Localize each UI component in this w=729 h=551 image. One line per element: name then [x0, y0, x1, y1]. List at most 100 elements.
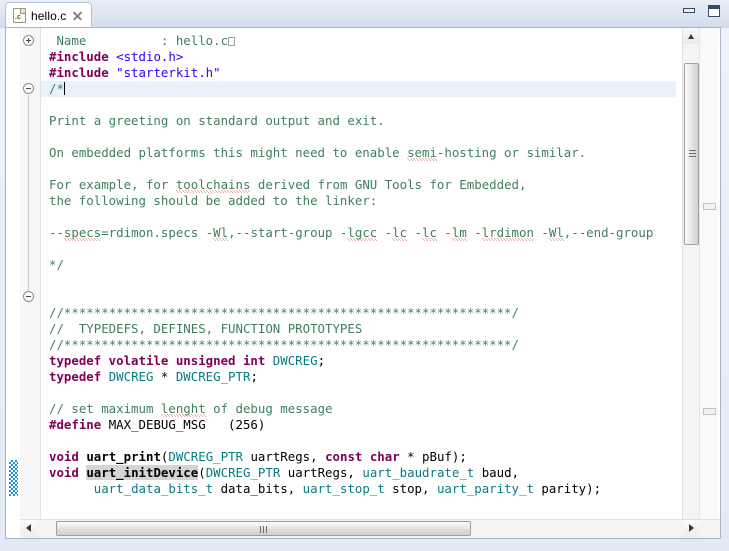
folding-guide-line: [28, 95, 29, 303]
vertical-scrollbar-thumb[interactable]: [684, 63, 699, 245]
code-token: //**************************************…: [49, 337, 519, 352]
code-token: -: [533, 225, 549, 240]
code-token: "starterkit.h": [116, 65, 221, 80]
maximize-icon[interactable]: [707, 5, 721, 18]
code-token: baud,: [474, 465, 520, 480]
code-token: // TYPEDEFS, DEFINES, FUNCTION PROTOTYPE…: [49, 321, 363, 336]
code-token: parity);: [533, 481, 602, 496]
overview-ruler-mark[interactable]: [703, 203, 716, 210]
code-token: DWCREG: [108, 369, 154, 384]
code-token: <stdio.h>: [116, 49, 184, 64]
scrollbar-corner: [700, 520, 720, 538]
code-line: Print a greeting on standard output and …: [49, 113, 385, 129]
fold-collapse-icon[interactable]: [23, 291, 34, 302]
tab-strip: .c hello.c: [0, 0, 729, 29]
text-caret: [63, 82, 66, 95]
code-token: uart_baudrate_t: [362, 465, 475, 480]
code-token: -: [436, 225, 452, 240]
code-token: -: [377, 225, 393, 240]
scroll-right-arrow-icon[interactable]: [683, 520, 700, 537]
code-token: typedef volatile unsigned int: [49, 353, 273, 368]
code-token: // set maximum: [49, 401, 161, 416]
code-line: uart_data_bits_t data_bits, uart_stop_t …: [49, 481, 601, 497]
code-token: lc: [392, 225, 408, 241]
window-controls: [682, 5, 721, 18]
c-file-icon: .c: [13, 8, 26, 23]
code-token: *: [153, 369, 176, 384]
code-token: stop,: [384, 481, 437, 496]
horizontal-scrollbar[interactable]: [20, 519, 720, 538]
code-token: DWCREG: [272, 353, 318, 368]
code-token: --: [49, 225, 64, 240]
code-token: the following should be added to the lin…: [49, 193, 378, 208]
scrollbar-grip-icon: [689, 149, 696, 159]
folding-margin[interactable]: [20, 28, 41, 520]
code-token: #include: [49, 65, 117, 80]
code-token: lenght: [160, 401, 206, 417]
close-icon[interactable]: [72, 10, 83, 21]
code-token: uart_data_bits_t: [93, 481, 214, 496]
vertical-scrollbar[interactable]: [682, 28, 700, 520]
code-line: //**************************************…: [49, 305, 519, 321]
code-line: #include <stdio.h>: [49, 49, 183, 65]
code-token: DWCREG_PTR: [205, 465, 281, 480]
code-line: For example, for toolchains derived from…: [49, 177, 526, 193]
scrollbar-grip-icon: [259, 526, 269, 533]
code-token: -: [466, 225, 482, 240]
code-canvas[interactable]: Name : hello.c #include <stdio.h> #include…: [41, 28, 676, 520]
code-token: uart_print: [86, 449, 161, 464]
code-line: // TYPEDEFS, DEFINES, FUNCTION PROTOTYPE…: [49, 321, 362, 337]
code-token: lm: [451, 225, 467, 241]
editor-tab-hello-c[interactable]: .c hello.c: [5, 2, 93, 29]
code-token: ;: [250, 369, 258, 384]
code-token: of debug message: [205, 401, 333, 416]
code-token: On embedded platforms this might need to…: [49, 145, 408, 160]
code-line: On embedded platforms this might need to…: [49, 145, 586, 161]
code-line: the following should be added to the lin…: [49, 193, 377, 209]
current-line-highlight: [41, 81, 676, 97]
code-token: void: [49, 465, 87, 480]
fold-expand-icon[interactable]: [23, 35, 34, 46]
code-line: #include "starterkit.h": [49, 65, 221, 81]
code-token: uart_stop_t: [302, 481, 385, 496]
code-line: //**************************************…: [49, 337, 519, 353]
code-token: semi: [407, 145, 437, 161]
horizontal-scrollbar-thumb[interactable]: [56, 521, 472, 536]
overview-ruler[interactable]: [699, 28, 719, 520]
code-token: lgcc: [347, 225, 378, 241]
tab-label: hello.c: [31, 8, 67, 23]
code-token: #define: [49, 417, 109, 432]
fold-collapse-icon[interactable]: [23, 83, 34, 94]
code-token: uart_initDevice: [86, 465, 199, 480]
code-line: typedef volatile unsigned int DWCREG;: [49, 353, 325, 369]
control-char-icon: [228, 37, 236, 46]
scroll-left-arrow-icon[interactable]: [20, 520, 37, 537]
code-token: uart_parity_t: [436, 481, 534, 496]
minimize-icon[interactable]: [682, 5, 696, 18]
code-line: void uart_print(DWCREG_PTR uartRegs, con…: [49, 449, 467, 465]
code-token: toolchains: [175, 177, 251, 193]
code-token: lc: [422, 225, 437, 241]
code-token: Name : hello.c: [49, 33, 229, 48]
code-line: Name : hello.c: [49, 33, 236, 49]
code-line: void uart_initDevice(DWCREG_PTR uartRegs…: [49, 465, 519, 481]
code-token: (: [198, 465, 206, 480]
code-token: ,--start-group -: [228, 225, 348, 240]
code-token: uartRegs,: [243, 449, 326, 464]
code-token: ;: [317, 353, 326, 368]
code-line: #define MAX_DEBUG_MSG (256): [49, 417, 265, 433]
code-line: */: [49, 257, 64, 273]
code-token: lrdimon: [481, 225, 534, 241]
code-token: #include: [49, 49, 117, 64]
code-token: Wl: [548, 225, 564, 241]
overview-ruler-mark[interactable]: [703, 408, 716, 415]
code-token: //**************************************…: [49, 305, 519, 320]
c-file-icon-label: .c: [15, 14, 21, 21]
code-token: MAX_DEBUG_MSG (256): [108, 417, 266, 432]
scroll-up-arrow-icon[interactable]: [683, 28, 700, 44]
source-editor[interactable]: Name : hello.c #include <stdio.h> #include…: [5, 27, 721, 539]
code-token: * pBuf);: [407, 449, 467, 464]
code-token: uartRegs,: [280, 465, 363, 480]
code-line: typedef DWCREG * DWCREG_PTR;: [49, 369, 258, 385]
